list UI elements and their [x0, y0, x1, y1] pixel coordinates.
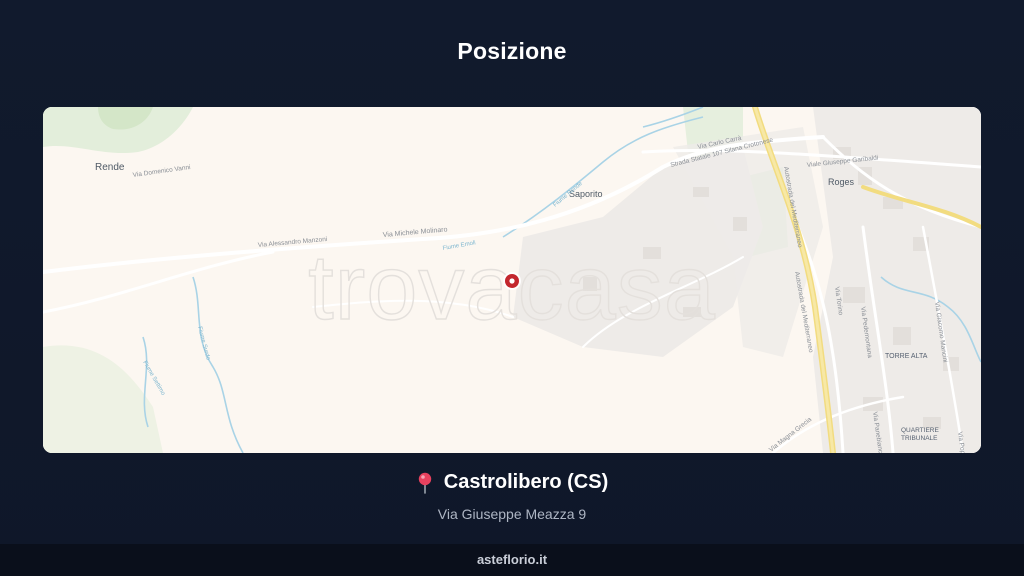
location-info: Castrolibero (CS) Via Giuseppe Meazza 9	[0, 471, 1024, 522]
map-label-torre-alta: TORRE ALTA	[885, 353, 928, 360]
round-pushpin-icon	[416, 472, 434, 494]
footer-site-name[interactable]: asteflorio.it	[0, 544, 1024, 576]
map-view[interactable]: Rende Via Domenico Vanni Saporito Roges …	[43, 107, 981, 453]
location-marker-icon[interactable]	[503, 272, 521, 290]
map-canvas[interactable]: Rende Via Domenico Vanni Saporito Roges …	[43, 107, 981, 453]
page-title: Posizione	[457, 38, 567, 64]
location-address: Via Giuseppe Meazza 9	[437, 505, 587, 522]
location-city: Castrolibero (CS)	[443, 471, 609, 493]
map-label-rende: Rende	[95, 162, 125, 173]
map-label-quartiere: QUARTIERE	[901, 427, 939, 434]
map-label-roges: Roges	[828, 177, 855, 187]
map-label-tribunale: TRIBUNALE	[901, 435, 938, 442]
